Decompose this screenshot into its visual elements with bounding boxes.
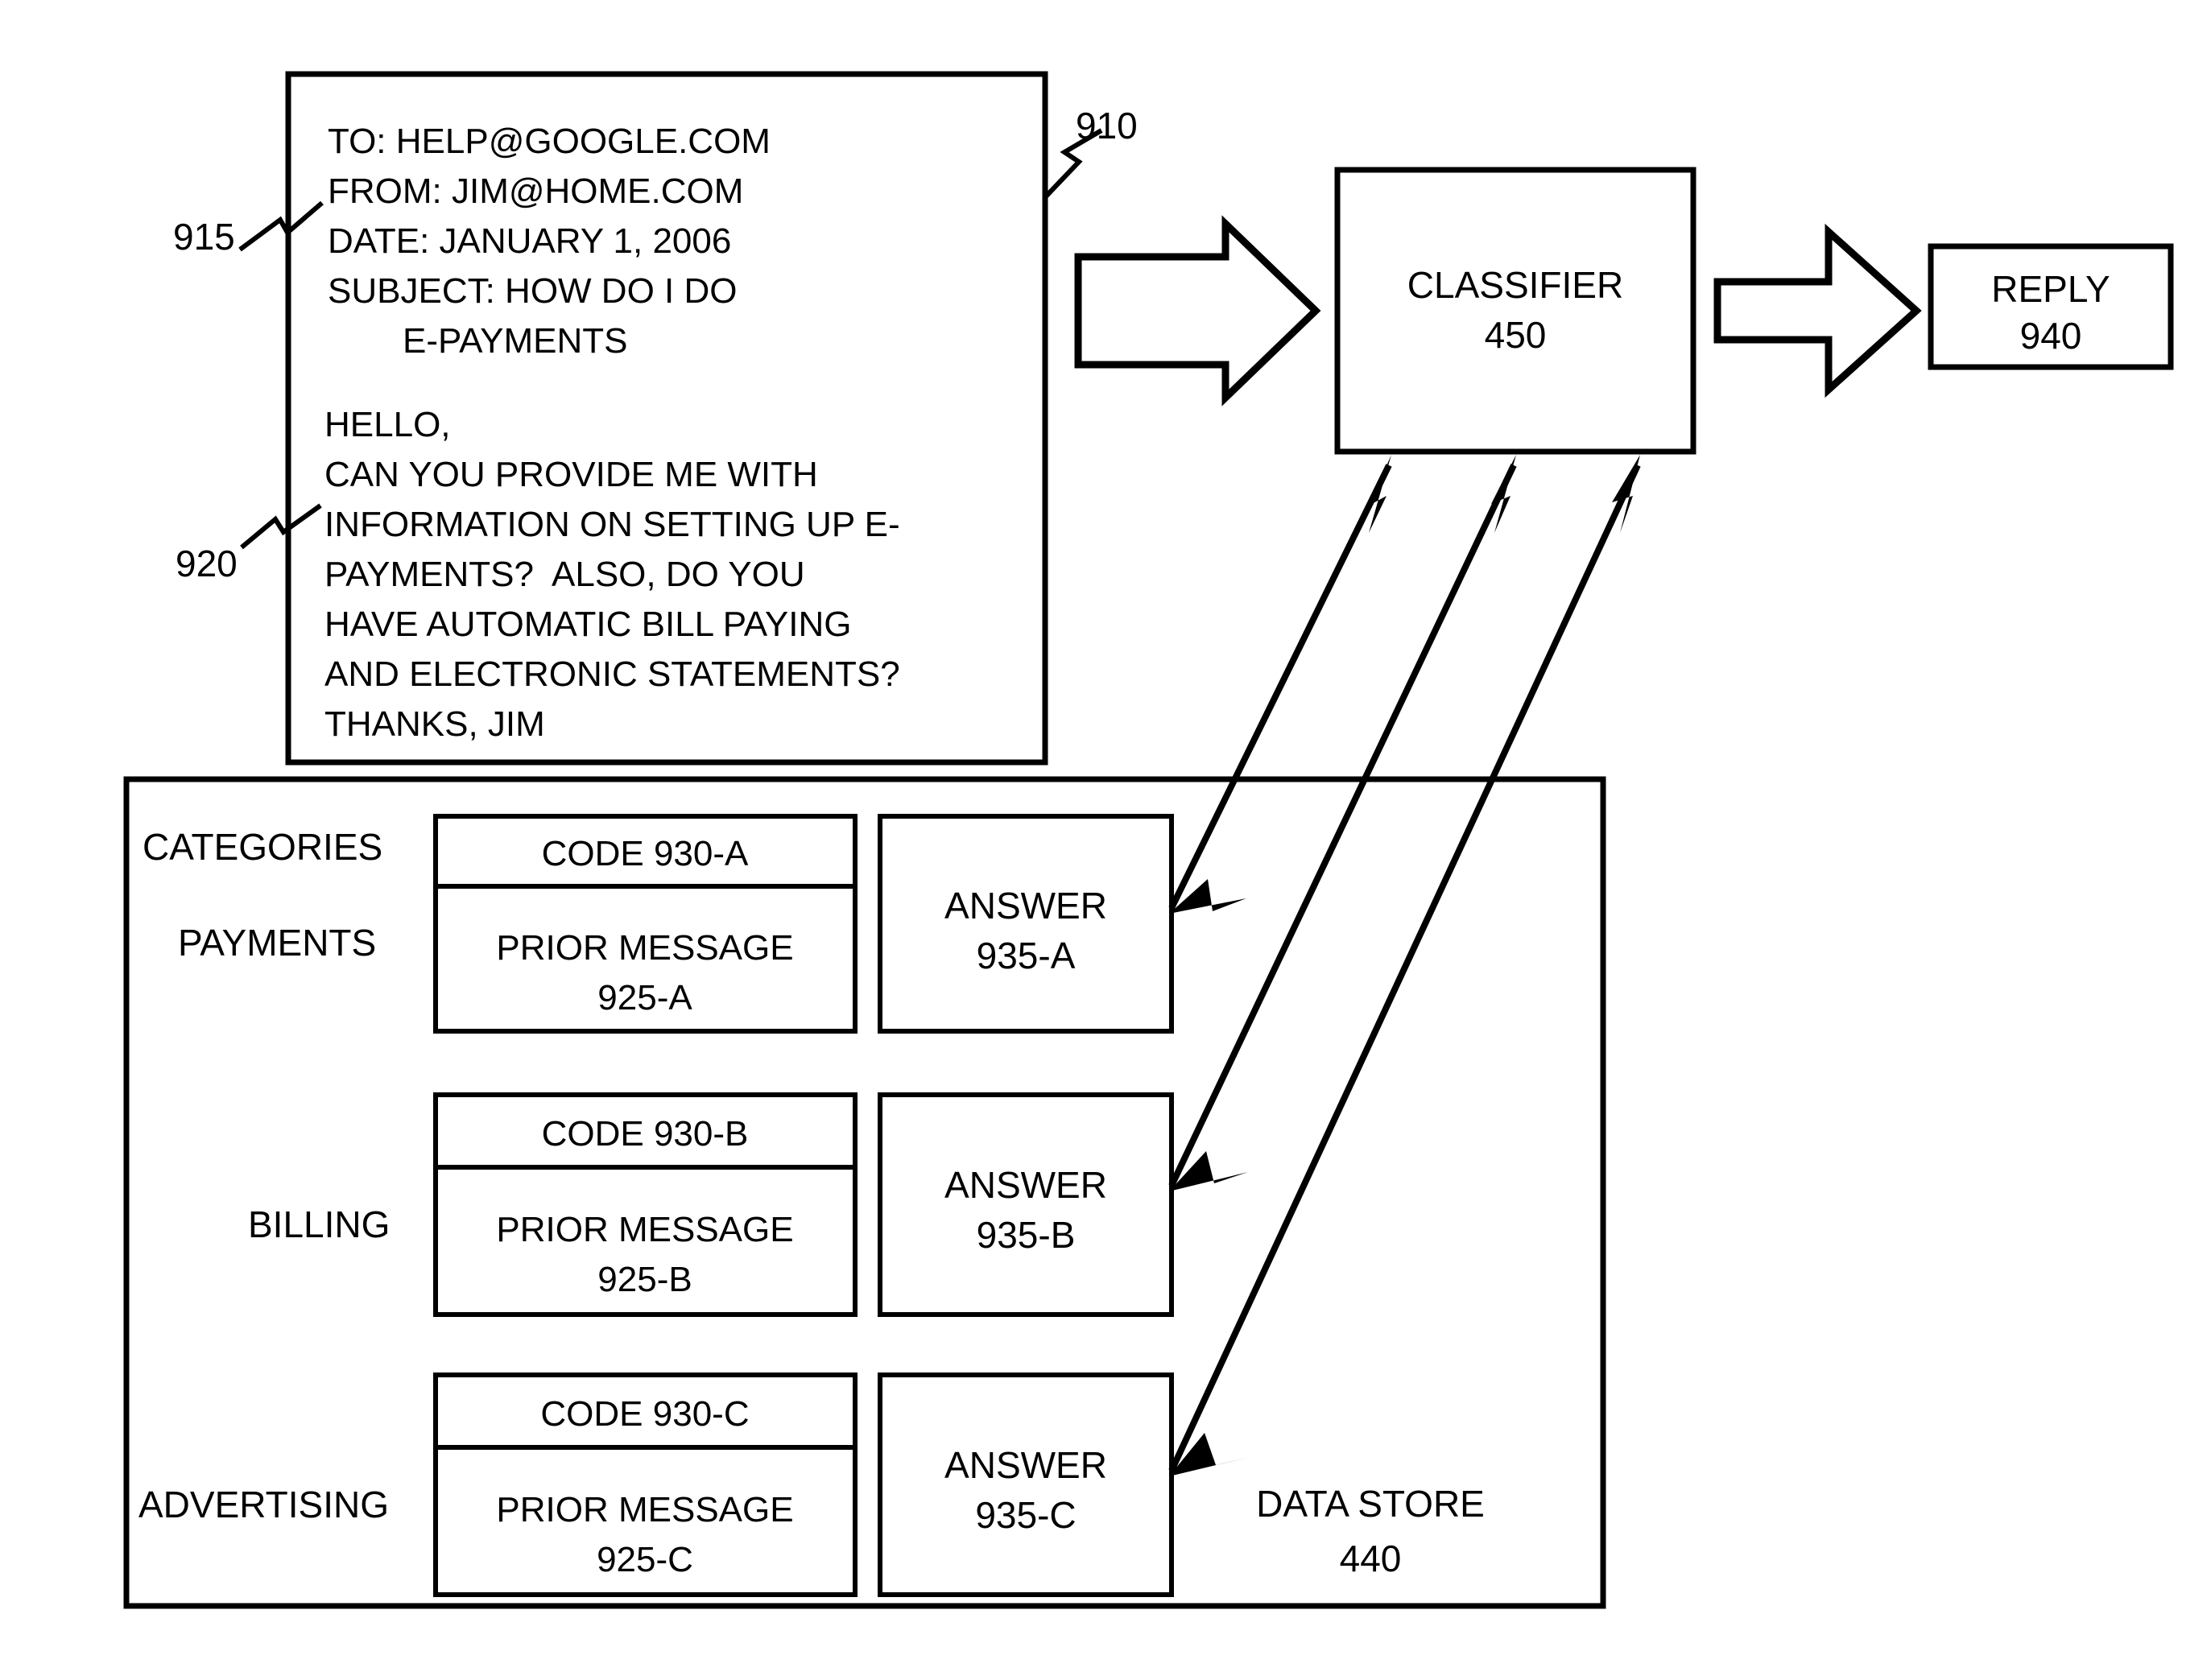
- classifier-label: CLASSIFIER: [1407, 264, 1623, 306]
- prior-message-label-c: PRIOR MESSAGE: [496, 1490, 793, 1529]
- diagram-canvas: TO: HELP@GOOGLE.COM FROM: JIM@HOME.COM D…: [123, 71, 2174, 1609]
- category-label-advertising: ADVERTISING: [138, 1484, 389, 1525]
- prior-message-reference-c: 925-C: [597, 1540, 693, 1579]
- reference-label-920: 920: [176, 543, 238, 584]
- email-header-line-1: TO: HELP@GOOGLE.COM: [328, 122, 771, 161]
- arrowhead-c-up: [1612, 455, 1640, 533]
- reply-reference: 940: [2020, 315, 2082, 357]
- answer-label-b: ANSWER: [944, 1164, 1107, 1206]
- reply-box: REPLY 940: [1928, 243, 2174, 370]
- code-label-c: CODE 930-C: [540, 1394, 749, 1434]
- reply-label: REPLY: [1991, 268, 2110, 310]
- category-label-payments: PAYMENTS: [178, 922, 376, 964]
- patent-figure-diagram: TO: HELP@GOOGLE.COM FROM: JIM@HOME.COM D…: [0, 0, 2211, 1680]
- data-store-reference: 440: [1340, 1538, 1402, 1579]
- answer-reference-c: 935-C: [975, 1494, 1076, 1536]
- reference-label-910: 910: [1076, 105, 1138, 147]
- prior-message-label-a: PRIOR MESSAGE: [496, 928, 793, 968]
- email-body-line-3: INFORMATION ON SETTING UP E-: [324, 505, 900, 544]
- answer-reference-a: 935-A: [977, 935, 1076, 976]
- category-label-billing: BILLING: [248, 1203, 390, 1245]
- answer-label-c: ANSWER: [944, 1444, 1107, 1486]
- email-body-line-2: CAN YOU PROVIDE ME WITH: [324, 455, 818, 494]
- classifier-box-outline: [1334, 167, 1696, 455]
- data-store-outline: [123, 776, 1606, 1609]
- email-body-line-7: THANKS, JIM: [324, 704, 545, 744]
- prior-message-reference-b: 925-B: [597, 1260, 692, 1299]
- arrowhead-b-up: [1491, 455, 1516, 533]
- email-body-line-5: HAVE AUTOMATIC BILL PAYING: [324, 605, 851, 644]
- code-label-b: CODE 930-B: [542, 1114, 749, 1154]
- email-header-line-2: FROM: JIM@HOME.COM: [328, 171, 743, 211]
- email-message-box: TO: HELP@GOOGLE.COM FROM: JIM@HOME.COM D…: [285, 71, 1048, 766]
- email-header-line-4: SUBJECT: HOW DO I DO: [328, 271, 737, 311]
- data-store-box: CATEGORIES DATA STORE 440: [123, 776, 1606, 1609]
- email-header-line-3: DATE: JANUARY 1, 2006: [328, 221, 731, 261]
- email-body-line-6: AND ELECTRONIC STATEMENTS?: [324, 654, 900, 694]
- reference-label-915: 915: [173, 216, 235, 258]
- classifier-reference: 450: [1485, 314, 1547, 356]
- answer-label-a: ANSWER: [944, 885, 1107, 927]
- flow-arrow-email-to-classifier: [1074, 215, 1321, 407]
- email-header-line-5: E-PAYMENTS: [403, 321, 628, 361]
- classifier-box: CLASSIFIER 450: [1334, 167, 1696, 455]
- categories-label: CATEGORIES: [143, 826, 382, 868]
- data-store-label: DATA STORE: [1256, 1483, 1485, 1525]
- email-body-line-4: PAYMENTS? ALSO, DO YOU: [324, 555, 805, 594]
- prior-message-label-b: PRIOR MESSAGE: [496, 1210, 793, 1249]
- flow-arrow-classifier-to-reply: [1713, 223, 1922, 398]
- prior-message-reference-a: 925-A: [597, 978, 692, 1017]
- code-label-a: CODE 930-A: [542, 834, 749, 873]
- email-body-line-1: HELLO,: [324, 405, 451, 444]
- answer-reference-b: 935-B: [977, 1214, 1076, 1256]
- reference-callout-910: 910: [1043, 105, 1138, 200]
